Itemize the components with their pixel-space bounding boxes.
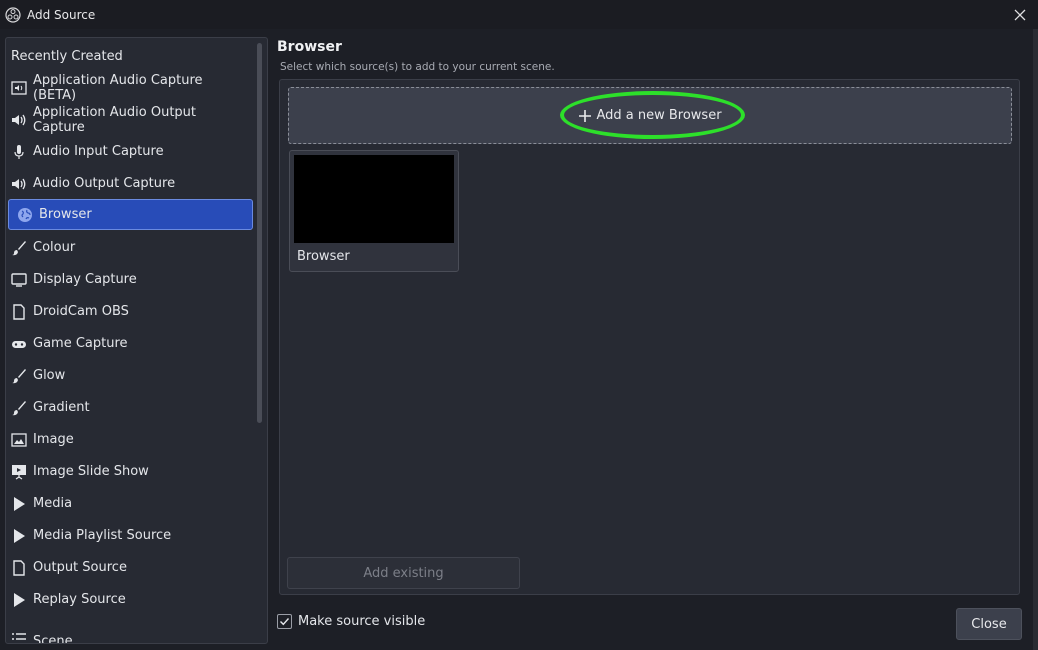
list-item-label: Scene (33, 634, 73, 643)
list-item-label: Audio Input Capture (33, 144, 164, 159)
brush-icon (11, 368, 27, 384)
list-item-label: Output Source (33, 560, 127, 575)
list-item-label: Game Capture (33, 336, 128, 351)
brush-icon (11, 400, 27, 416)
list-item-glow[interactable]: Glow (3, 360, 247, 391)
speaker-icon (11, 112, 27, 128)
list-item-scene[interactable]: Scene (3, 616, 247, 643)
title-bar: Add Source (0, 0, 1038, 29)
list-item-label: Media Playlist Source (33, 528, 172, 543)
play-icon (11, 528, 27, 544)
list-item-label: Image Slide Show (33, 464, 149, 479)
checkbox-checked-icon[interactable] (277, 614, 292, 629)
play-icon (11, 496, 27, 512)
obs-logo-icon (5, 6, 21, 23)
list-item-replay-source[interactable]: Replay Source (3, 584, 247, 615)
window-title: Add Source (27, 7, 96, 22)
file-icon (11, 559, 27, 576)
list-item-media-playlist-source[interactable]: Media Playlist Source (3, 520, 247, 551)
list-item-label: Gradient (33, 400, 90, 415)
image-icon (11, 432, 27, 448)
list-item-label: Replay Source (33, 592, 126, 607)
list-item-application-audio-capture[interactable]: Application Audio Capture (BETA) (3, 72, 247, 103)
make-source-visible-label: Make source visible (298, 614, 426, 629)
panel-title: Browser (277, 39, 342, 55)
window-edge (1033, 29, 1038, 650)
list-item-image[interactable]: Image (3, 424, 247, 455)
globe-icon (17, 207, 33, 223)
list-item-label: DroidCam OBS (33, 304, 129, 319)
list-item-image-slide-show[interactable]: Image Slide Show (3, 456, 247, 487)
list-item-gradient[interactable]: Gradient (3, 392, 247, 423)
list-item-label: Media (33, 496, 73, 511)
list-header-recently-created[interactable]: Recently Created (3, 41, 247, 72)
make-source-visible-checkbox[interactable]: Make source visible (277, 614, 425, 629)
brush-icon (11, 240, 27, 256)
list-item-label: Display Capture (33, 272, 137, 287)
existing-source-card[interactable]: Browser (289, 150, 459, 272)
list-item-droidcam-obs[interactable]: DroidCam OBS (3, 296, 247, 327)
list-item-colour[interactable]: Colour (3, 232, 247, 263)
list-item-application-audio-output-capture[interactable]: Application Audio Output Capture (3, 104, 247, 135)
list-scrollbar[interactable] (257, 43, 262, 423)
file-icon (11, 303, 27, 320)
list-item-media[interactable]: Media (3, 488, 247, 519)
slideshow-icon (11, 464, 27, 480)
close-button[interactable]: Close (956, 608, 1022, 640)
list-item-audio-output-capture[interactable]: Audio Output Capture (3, 168, 247, 199)
app-audio-capture-icon (11, 80, 27, 96)
gamepad-icon (11, 336, 27, 352)
panel-subtitle: Select which source(s) to add to your cu… (280, 61, 555, 73)
existing-source-label: Browser (297, 249, 350, 264)
play-icon (11, 592, 27, 608)
list-item-browser[interactable]: Browser (8, 199, 253, 230)
list-item-label: Audio Output Capture (33, 176, 176, 191)
list-item-label: Browser (39, 207, 92, 222)
add-existing-label: Add existing (363, 565, 444, 581)
add-existing-button[interactable]: Add existing (287, 557, 520, 589)
list-item-audio-input-capture[interactable]: Audio Input Capture (3, 136, 247, 167)
list-item-label: Application Audio Capture (BETA) (33, 72, 203, 103)
list-item-label: Colour (33, 240, 76, 255)
plus-icon (578, 106, 592, 126)
list-item-output-source[interactable]: Output Source (3, 552, 247, 583)
microphone-icon (11, 144, 27, 160)
speaker-icon (11, 176, 27, 192)
close-button-label: Close (971, 616, 1007, 632)
list-item-label: Application Audio Output Capture (33, 104, 197, 135)
list-item-label: Image (33, 432, 74, 447)
add-new-label: Add a new Browser (596, 108, 722, 123)
source-thumbnail (294, 155, 454, 243)
list-item-display-capture[interactable]: Display Capture (3, 264, 247, 295)
list-icon (11, 631, 27, 643)
monitor-icon (11, 272, 27, 288)
list-item-game-capture[interactable]: Game Capture (3, 328, 247, 359)
list-item-label: Glow (33, 368, 66, 383)
add-new-source-button[interactable]: Add a new Browser (288, 87, 1012, 144)
list-header-label: Recently Created (11, 49, 123, 64)
window-close-icon[interactable] (1010, 5, 1030, 25)
